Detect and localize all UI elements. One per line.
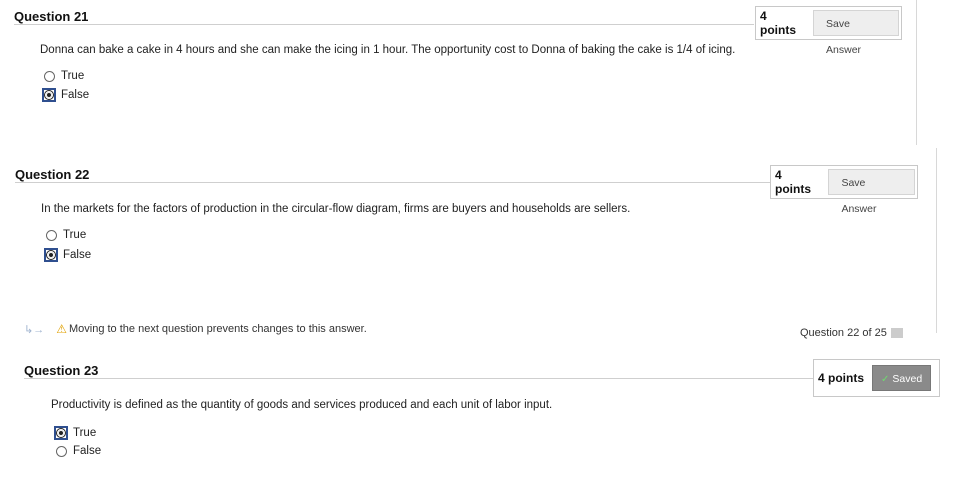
question-21-option-true[interactable]: True [44,70,84,82]
question-21-divider [14,24,754,25]
question-22-points-box: 4 points Save Answer [770,165,918,215]
question-23-points: 4 points [818,371,865,385]
radio-selected-icon[interactable] [42,88,56,102]
navigation-warning: ↳→ ⚠ Moving to the next question prevent… [24,322,367,336]
next-arrow-icon[interactable] [890,328,903,339]
question-22-text: In the markets for the factors of produc… [41,203,631,215]
question-22-points: 4 points [775,168,811,196]
question-21-option-false[interactable]: False [42,88,90,102]
question-23-divider [24,378,816,379]
question-23-saved-button[interactable]: ✓ Saved [872,365,932,391]
question-23-option-true[interactable]: True [54,426,97,440]
question-21-save-answer-button[interactable]: Save Answer [813,10,899,56]
question-counter: Question 22 of 25 [800,327,903,339]
right-panel-border [916,0,917,145]
right-panel-border [936,148,937,333]
radio-selected-icon[interactable] [44,248,58,262]
question-22-option-true[interactable]: True [46,229,86,241]
question-counter-text: Question 22 of 25 [800,327,887,339]
question-21-points-box: 4 points Save Answer [755,6,902,56]
question-23-points-box: 4 points ✓ Saved [813,359,940,397]
option-label: True [61,70,85,82]
option-label: True [73,427,97,439]
question-23-option-false[interactable]: False [56,445,101,457]
question-22-save-answer-button[interactable]: Save Answer [828,169,915,215]
question-22-option-false[interactable]: False [44,248,92,262]
checkmark-icon: ✓ [881,374,890,385]
question-23-title: Question 23 [24,363,99,378]
question-21-points: 4 points [760,9,796,37]
radio-unselected-icon[interactable] [56,445,67,457]
option-label: True [63,229,87,241]
question-22-divider [15,182,771,183]
option-label: False [63,249,92,261]
warning-icon: ⚠ [56,322,67,336]
warning-text: Moving to the next question prevents cha… [68,323,367,335]
question-22-title: Question 22 [15,167,90,182]
option-label: False [61,89,90,101]
saved-label: Saved [892,373,923,385]
question-21-text: Donna can bake a cake in 4 hours and she… [40,44,736,56]
question-21-title: Question 21 [14,9,89,24]
question-23-text: Productivity is defined as the quantity … [51,399,553,411]
radio-unselected-icon[interactable] [46,229,57,241]
arrow-right-icon: ↳→ [24,323,45,336]
radio-selected-icon[interactable] [54,426,68,440]
radio-unselected-icon[interactable] [44,70,55,82]
option-label: False [73,445,102,457]
